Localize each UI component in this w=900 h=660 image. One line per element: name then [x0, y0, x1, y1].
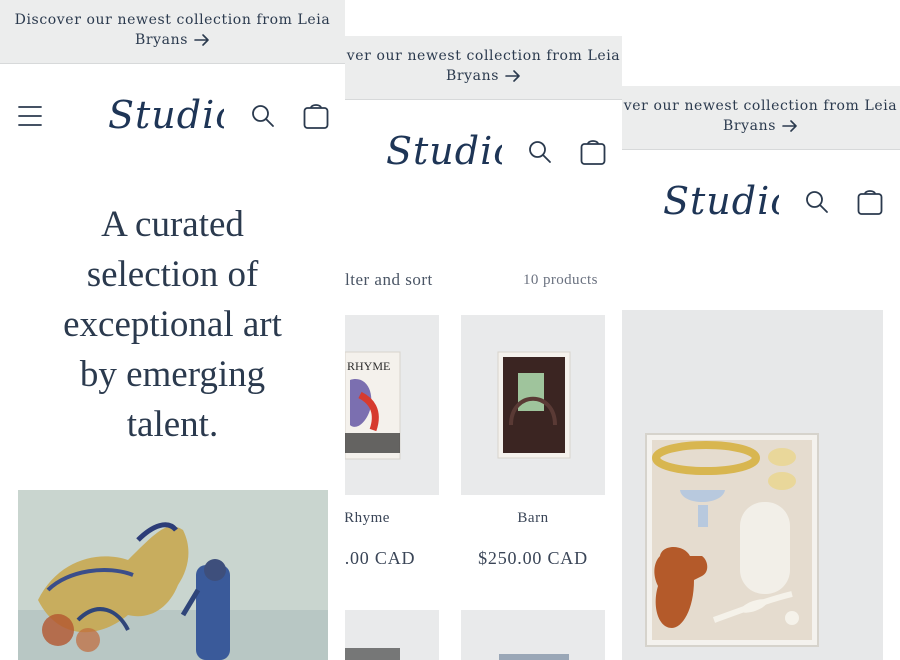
cart-icon[interactable]: [857, 188, 883, 216]
studio-logo-mark: Studio: [663, 182, 779, 223]
announcement-text-2: Bryans: [722, 118, 777, 134]
announcement-text: ver our newest collection from Leia: [623, 98, 898, 114]
studio-logo[interactable]: Studio: [663, 182, 779, 226]
announcement-bar[interactable]: Discover our newest collection from Leia…: [0, 0, 345, 64]
svg-text:RHYME: RHYME: [347, 359, 390, 373]
announcement-bar[interactable]: ver our newest collection from Leia Brya…: [345, 36, 622, 100]
product-main-image[interactable]: [622, 310, 883, 660]
studio-logo-mark: Studio: [108, 96, 224, 137]
hero-line: by emerging: [79, 354, 266, 395]
search-icon[interactable]: [805, 190, 829, 214]
search-icon[interactable]: [251, 104, 275, 128]
arrow-right-icon[interactable]: [505, 69, 521, 89]
home-page-panel: Discover our newest collection from Leia…: [0, 0, 345, 660]
product-title[interactable]: Barn: [461, 510, 605, 527]
hero-artwork-image[interactable]: [18, 490, 328, 660]
cart-icon[interactable]: [580, 138, 606, 166]
arrow-right-icon[interactable]: [782, 119, 798, 139]
announcement-text: Discover our newest collection from Leia: [14, 12, 331, 28]
svg-text:Studio: Studio: [663, 182, 779, 223]
announcement-text-2: Bryans: [134, 32, 189, 48]
hero-heading: A curated selection of exceptional art b…: [0, 200, 345, 450]
hero-line: talent.: [126, 404, 219, 445]
hero-line: selection of: [86, 254, 259, 295]
hero-line: exceptional art: [63, 304, 282, 345]
svg-text:Studio: Studio: [108, 96, 224, 137]
studio-logo[interactable]: Studio: [386, 132, 502, 176]
announcement-bar[interactable]: ver our newest collection from Leia Brya…: [622, 86, 900, 150]
menu-icon[interactable]: [18, 104, 42, 128]
search-icon[interactable]: [528, 140, 552, 164]
studio-logo-mark: Studio: [386, 132, 502, 173]
announcement-text-2: Bryans: [445, 68, 500, 84]
product-image[interactable]: [345, 610, 439, 660]
product-count: 10 products: [523, 272, 598, 288]
product-page-panel: ver our newest collection from Leia Brya…: [622, 86, 900, 660]
hero-line: A curated: [101, 204, 244, 245]
arrow-right-icon[interactable]: [194, 33, 210, 53]
product-image[interactable]: [461, 610, 605, 660]
studio-logo[interactable]: Studio: [108, 96, 224, 140]
collection-page-panel: ver our newest collection from Leia Brya…: [345, 36, 622, 660]
product-price: $250.00 CAD: [478, 548, 588, 568]
product-image-rhyme[interactable]: RHYME: [345, 315, 439, 495]
filter-and-sort-button[interactable]: lter and sort: [345, 270, 433, 290]
cart-icon[interactable]: [303, 102, 329, 130]
svg-text:Studio: Studio: [386, 132, 502, 173]
product-price: .00 CAD: [345, 548, 416, 568]
product-image-barn[interactable]: [461, 315, 605, 495]
announcement-text: ver our newest collection from Leia: [346, 48, 621, 64]
product-title[interactable]: Rhyme: [345, 510, 409, 527]
